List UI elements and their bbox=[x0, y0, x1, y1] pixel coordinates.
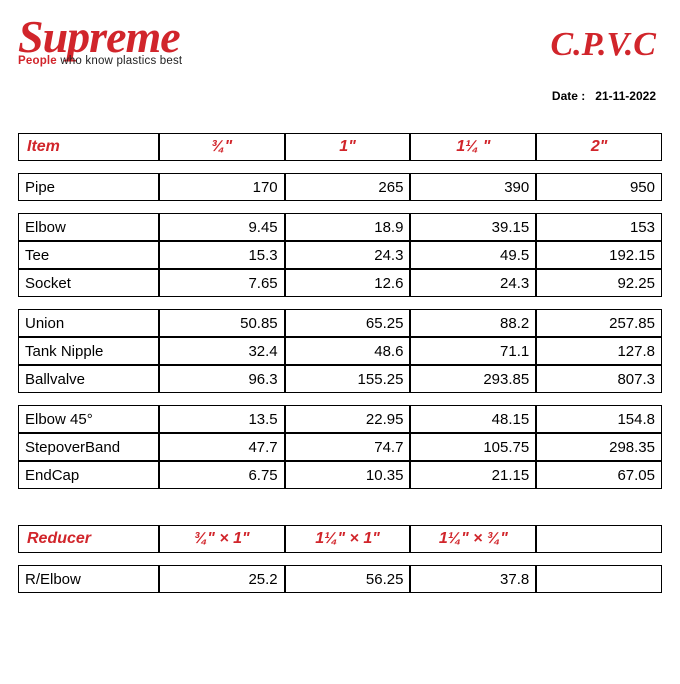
item-name-cell: EndCap bbox=[18, 461, 159, 489]
value-cell: 47.7 bbox=[159, 433, 285, 461]
value-cell: 56.25 bbox=[285, 565, 411, 593]
value-cell: 12.6 bbox=[285, 269, 411, 297]
header-size-3: 2" bbox=[536, 133, 662, 161]
value-cell: 48.6 bbox=[285, 337, 411, 365]
reducer-table-header-row: Reducer ¾" × 1" 1¼" × 1" 1¼" × ¾" bbox=[18, 525, 662, 553]
main-table-header-row: Item ¾" 1" 1¼ " 2" bbox=[18, 133, 662, 161]
value-cell: 96.3 bbox=[159, 365, 285, 393]
reducer-header-2: 1¼" × ¾" bbox=[410, 525, 536, 553]
price-tables-container: Item ¾" 1" 1¼ " 2" Pipe170265390950 Elbow… bbox=[18, 133, 662, 593]
value-cell: 18.9 bbox=[285, 213, 411, 241]
table-row: Elbow9.4518.939.15153 bbox=[18, 213, 662, 241]
item-name-cell: Elbow 45° bbox=[18, 405, 159, 433]
value-cell: 37.8 bbox=[410, 565, 536, 593]
value-cell: 50.85 bbox=[159, 309, 285, 337]
value-cell: 71.1 bbox=[410, 337, 536, 365]
main-price-table: Item ¾" 1" 1¼ " 2" Pipe170265390950 Elbow… bbox=[18, 133, 662, 489]
value-cell: 48.15 bbox=[410, 405, 536, 433]
value-cell: 298.35 bbox=[536, 433, 662, 461]
reducer-header-3 bbox=[536, 525, 662, 553]
table-row: Ballvalve96.3155.25293.85807.3 bbox=[18, 365, 662, 393]
value-cell: 32.4 bbox=[159, 337, 285, 365]
value-cell: 807.3 bbox=[536, 365, 662, 393]
value-cell: 88.2 bbox=[410, 309, 536, 337]
value-cell: 13.5 bbox=[159, 405, 285, 433]
value-cell: 6.75 bbox=[159, 461, 285, 489]
value-cell: 92.25 bbox=[536, 269, 662, 297]
table-row: StepoverBand47.774.7105.75298.35 bbox=[18, 433, 662, 461]
document-header: Supreme People who know plastics best C.… bbox=[18, 10, 662, 67]
value-cell: 39.15 bbox=[410, 213, 536, 241]
value-cell: 74.7 bbox=[285, 433, 411, 461]
item-name-cell: Ballvalve bbox=[18, 365, 159, 393]
reducer-price-table: Reducer ¾" × 1" 1¼" × 1" 1¼" × ¾" R/Elbo… bbox=[18, 525, 662, 593]
value-cell: 390 bbox=[410, 173, 536, 201]
date-line: Date : 21-11-2022 bbox=[18, 89, 662, 103]
brand-name: Supreme bbox=[18, 16, 182, 57]
item-name-cell: Union bbox=[18, 309, 159, 337]
table-row: Elbow 45°13.522.9548.15154.8 bbox=[18, 405, 662, 433]
item-name-cell: Socket bbox=[18, 269, 159, 297]
tagline-rest: who know plastics best bbox=[57, 55, 182, 67]
table-row: EndCap6.7510.3521.1567.05 bbox=[18, 461, 662, 489]
brand-tagline: People who know plastics best bbox=[18, 55, 182, 67]
tagline-prefix: People bbox=[18, 55, 57, 67]
reducer-header-item: Reducer bbox=[18, 525, 159, 553]
product-line-title: C.P.V.C bbox=[550, 16, 662, 64]
value-cell: 24.3 bbox=[410, 269, 536, 297]
reducer-header-0: ¾" × 1" bbox=[159, 525, 285, 553]
value-cell: 9.45 bbox=[159, 213, 285, 241]
value-cell: 153 bbox=[536, 213, 662, 241]
value-cell: 15.3 bbox=[159, 241, 285, 269]
value-cell: 25.2 bbox=[159, 565, 285, 593]
item-name-cell: Pipe bbox=[18, 173, 159, 201]
header-item: Item bbox=[18, 133, 159, 161]
table-row: Union50.8565.2588.2257.85 bbox=[18, 309, 662, 337]
value-cell: 155.25 bbox=[285, 365, 411, 393]
item-name-cell: StepoverBand bbox=[18, 433, 159, 461]
value-cell: 293.85 bbox=[410, 365, 536, 393]
value-cell: 49.5 bbox=[410, 241, 536, 269]
value-cell: 192.15 bbox=[536, 241, 662, 269]
value-cell: 257.85 bbox=[536, 309, 662, 337]
value-cell: 105.75 bbox=[410, 433, 536, 461]
value-cell: 170 bbox=[159, 173, 285, 201]
header-size-1: 1" bbox=[285, 133, 411, 161]
value-cell: 65.25 bbox=[285, 309, 411, 337]
date-value: 21-11-2022 bbox=[595, 89, 656, 103]
header-size-2: 1¼ " bbox=[410, 133, 536, 161]
brand-logo: Supreme People who know plastics best bbox=[18, 16, 182, 67]
value-cell: 22.95 bbox=[285, 405, 411, 433]
table-row: Socket7.6512.624.392.25 bbox=[18, 269, 662, 297]
reducer-header-1: 1¼" × 1" bbox=[285, 525, 411, 553]
value-cell: 24.3 bbox=[285, 241, 411, 269]
value-cell: 10.35 bbox=[285, 461, 411, 489]
value-cell: 67.05 bbox=[536, 461, 662, 489]
item-name-cell: Tank Nipple bbox=[18, 337, 159, 365]
item-name-cell: Tee bbox=[18, 241, 159, 269]
table-row: Tank Nipple32.448.671.1127.8 bbox=[18, 337, 662, 365]
value-cell: 21.15 bbox=[410, 461, 536, 489]
date-label: Date : bbox=[552, 89, 585, 103]
value-cell: 154.8 bbox=[536, 405, 662, 433]
value-cell bbox=[536, 565, 662, 593]
table-row: Pipe170265390950 bbox=[18, 173, 662, 201]
value-cell: 950 bbox=[536, 173, 662, 201]
table-row: Tee15.324.349.5192.15 bbox=[18, 241, 662, 269]
value-cell: 127.8 bbox=[536, 337, 662, 365]
table-row: R/Elbow25.256.2537.8 bbox=[18, 565, 662, 593]
header-size-0: ¾" bbox=[159, 133, 285, 161]
item-name-cell: Elbow bbox=[18, 213, 159, 241]
value-cell: 265 bbox=[285, 173, 411, 201]
value-cell: 7.65 bbox=[159, 269, 285, 297]
item-name-cell: R/Elbow bbox=[18, 565, 159, 593]
